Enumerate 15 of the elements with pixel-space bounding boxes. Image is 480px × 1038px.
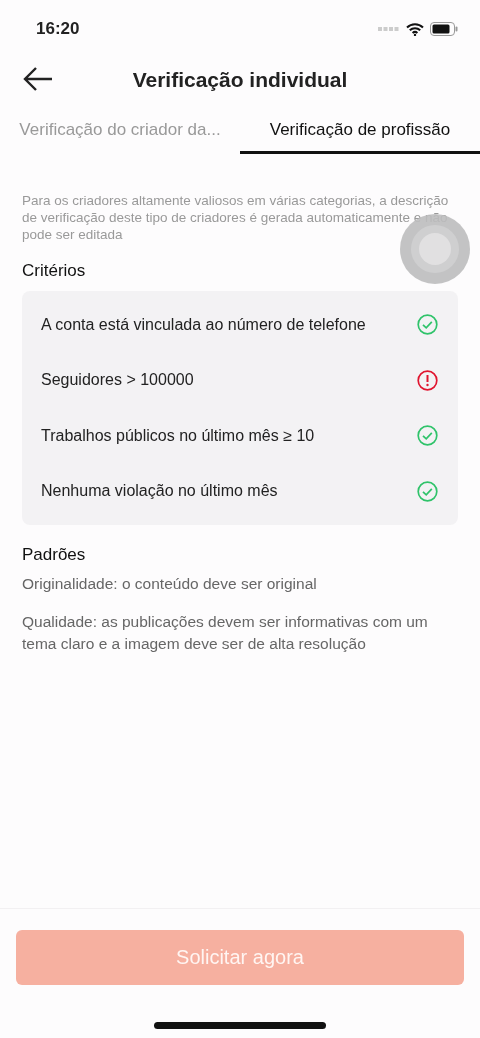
tab[interactable]: Verificação do criador da... — [0, 110, 240, 154]
criterion-label: A conta está vinculada ao número de telefone — [41, 315, 366, 334]
wifi-icon — [406, 22, 424, 36]
page-title: Verificação individual — [132, 68, 348, 92]
standard-text: Originalidade: o conteúdo deve ser original — [22, 574, 318, 594]
tab[interactable]: Verificação de profissão — [240, 110, 480, 154]
criterion-label: Nenhuma violação no último mês — [41, 482, 278, 501]
criterion-label: Seguidores > 100000 — [41, 371, 194, 390]
signal-icon — [378, 27, 400, 31]
section-title: Critérios — [22, 261, 87, 281]
battery-icon — [430, 22, 458, 36]
status-time: 16:20 — [36, 19, 80, 39]
standard-text: Qualidade: as publicações devem ser informativas com um tema claro e a imagem deve ser de alta resolução — [22, 612, 429, 654]
criterion-label: Trabalhos públicos no último mês ≥ 10 — [41, 426, 315, 445]
section-title: Padrões — [22, 545, 87, 565]
